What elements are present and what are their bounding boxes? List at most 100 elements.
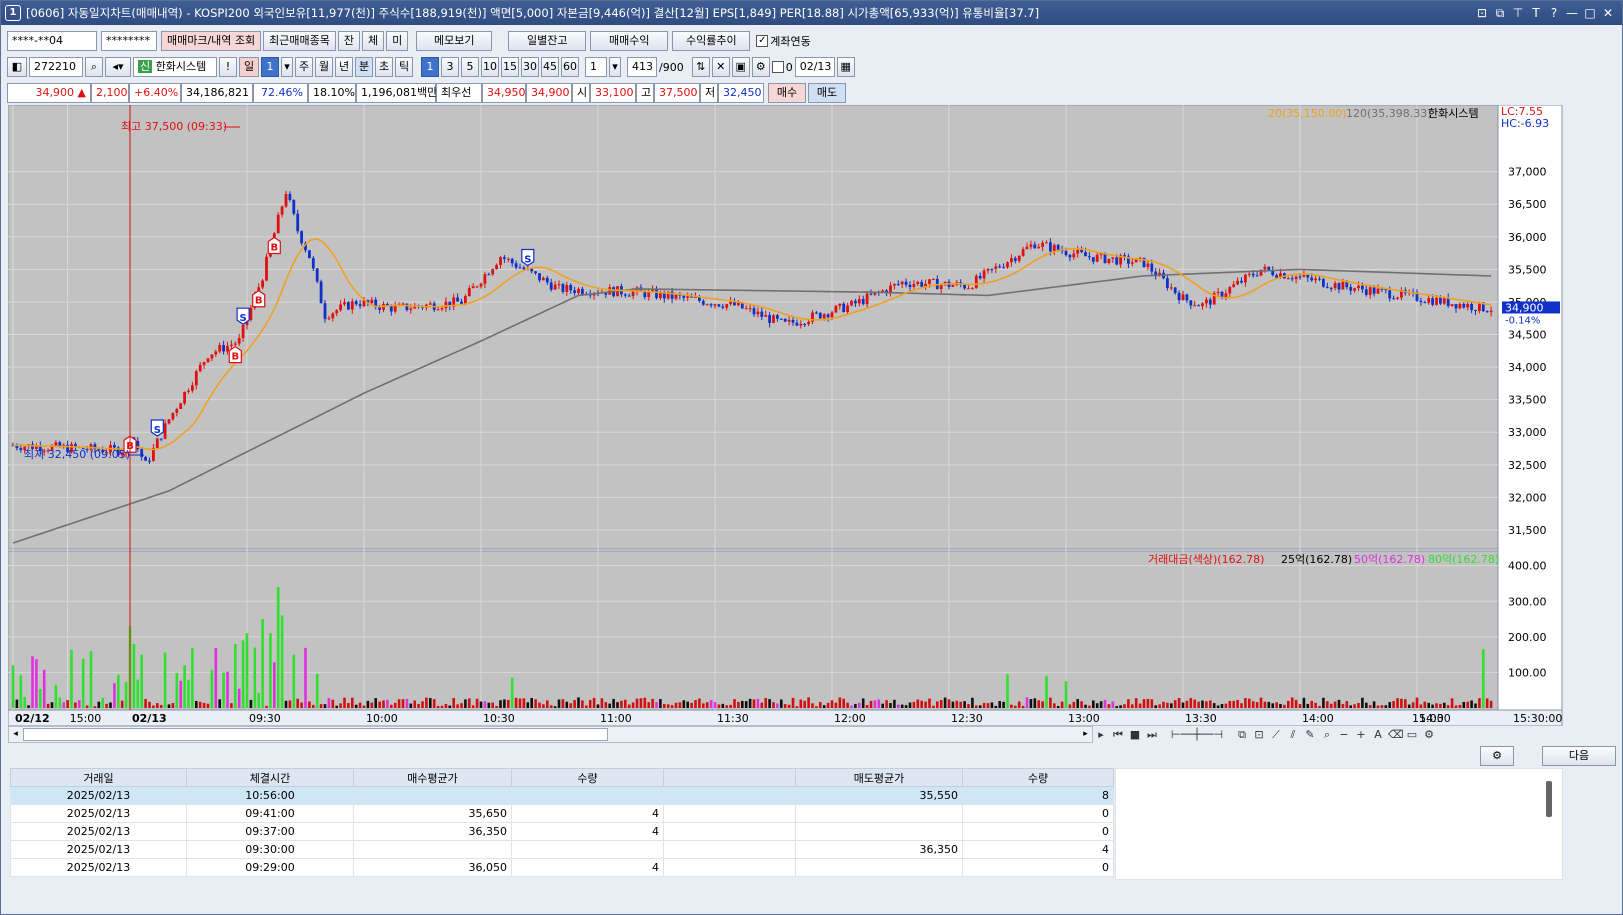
minimize-button[interactable]: — xyxy=(1564,1,1580,25)
grid-settings-icon[interactable]: ⚙ xyxy=(1480,746,1514,766)
col-exec-time[interactable]: 체결시간 xyxy=(186,768,354,787)
memo-button[interactable]: 메모보기 xyxy=(416,31,493,51)
col-sell-avg[interactable]: 매도평균가 xyxy=(795,768,963,787)
table-row[interactable]: 2025/02/13 09:30:00 36,350 4 xyxy=(10,840,1114,859)
minute-60-button[interactable]: 60 xyxy=(561,57,579,77)
text-tool-icon[interactable]: A xyxy=(1371,728,1385,741)
minute-1-button[interactable]: 1 xyxy=(421,57,439,77)
volume-legend-50: 50억(162.78) xyxy=(1354,553,1425,566)
minus-icon[interactable]: − xyxy=(1337,728,1351,741)
period-second-button[interactable]: 초 xyxy=(375,57,393,77)
table-row[interactable]: 2025/02/13 09:29:00 36,050 4 0 xyxy=(10,858,1114,877)
stop-icon[interactable]: ■ xyxy=(1128,728,1142,741)
minute-15-button[interactable]: 15 xyxy=(501,57,519,77)
period-number-dropdown[interactable]: ▾ xyxy=(281,57,293,77)
eraser-icon[interactable]: ⌫ xyxy=(1388,728,1404,741)
settings-icon[interactable]: ⚙ xyxy=(1422,728,1436,741)
col-buy-qty[interactable]: 수량 xyxy=(511,768,664,787)
balance-button[interactable]: 잔 xyxy=(337,31,361,51)
next-button[interactable]: 다음 xyxy=(1542,746,1616,766)
volume-bar xyxy=(464,699,467,708)
col-buy-avg[interactable]: 매수평균가 xyxy=(353,768,512,787)
buy-button[interactable]: 매수 xyxy=(768,83,806,103)
sell-button[interactable]: 매도 xyxy=(808,83,846,103)
play-icon[interactable]: ▸ xyxy=(1094,728,1108,741)
period-minute-button[interactable]: 분 xyxy=(355,57,373,77)
maximize-button[interactable]: □ xyxy=(1582,1,1598,25)
copy-icon[interactable]: ⧉ xyxy=(1235,728,1249,742)
layout-icon[interactable]: ◧ xyxy=(7,57,27,77)
table-row[interactable]: 2025/02/13 10:56:00 35,550 8 xyxy=(10,786,1114,805)
period-year-button[interactable]: 년 xyxy=(335,57,353,77)
window-icon-tool[interactable]: ⊡ xyxy=(1252,728,1266,741)
period-day-button[interactable]: 일 xyxy=(239,57,259,77)
window-icon[interactable]: 1 xyxy=(5,5,21,21)
scroll-thumb[interactable] xyxy=(23,728,608,741)
account-link-checkbox[interactable]: ✓ xyxy=(756,35,769,47)
compare-icon[interactable]: ⇅ xyxy=(691,57,710,77)
font-icon[interactable]: T xyxy=(1528,1,1544,25)
trade-mark-history-button[interactable]: 매매마크/내역 조회 xyxy=(161,31,262,51)
table-row[interactable]: 2025/02/13 09:41:00 35,650 4 0 xyxy=(10,804,1114,823)
date-input[interactable]: 02/13 xyxy=(794,57,835,77)
return-trend-button[interactable]: 수익률추이 xyxy=(672,31,751,51)
magnify-icon[interactable]: ⌕ xyxy=(1320,728,1334,742)
forward-icon[interactable]: ⏭ xyxy=(1145,728,1159,742)
save-icon[interactable]: ▣ xyxy=(731,57,750,77)
daily-balance-button[interactable]: 일별잔고 xyxy=(508,31,587,51)
period-number[interactable]: 1 xyxy=(261,57,279,77)
candle-body xyxy=(241,325,245,339)
multiplier-input[interactable]: 1 xyxy=(585,57,607,77)
help-icon[interactable]: ? xyxy=(1546,1,1562,25)
fib-icon[interactable]: ⫽ xyxy=(1286,728,1300,742)
unfilled-button[interactable]: 미 xyxy=(386,31,409,51)
price-volume-chart[interactable]: BSBSBBS 37,00036,50036,00035,50035,00034… xyxy=(8,105,1563,726)
screen-icon[interactable]: ▭ xyxy=(1405,728,1419,741)
minute-30-button[interactable]: 30 xyxy=(521,57,539,77)
plus-icon[interactable]: + xyxy=(1354,728,1368,741)
minute-3-button[interactable]: 3 xyxy=(441,57,459,77)
chart-scrollbar[interactable]: ◂ ▸ xyxy=(8,726,1093,743)
gear-icon[interactable]: ⚙ xyxy=(751,57,770,77)
close-button[interactable]: ✕ xyxy=(1600,1,1616,25)
volume-bar xyxy=(803,700,806,708)
sound-icon[interactable]: ◂▾ xyxy=(105,57,131,77)
minute-5-button[interactable]: 5 xyxy=(461,57,479,77)
execution-button[interactable]: 체 xyxy=(362,31,385,51)
period-week-button[interactable]: 주 xyxy=(295,57,313,77)
password-field[interactable]: ******** xyxy=(101,31,157,51)
tile-icon[interactable]: ⧉ xyxy=(1492,1,1508,25)
volume-bar xyxy=(175,672,179,708)
trend-icon[interactable]: ⟋ xyxy=(1269,728,1283,742)
col-sell-qty[interactable]: 수량 xyxy=(962,768,1114,787)
rewind-icon[interactable]: ⏮ xyxy=(1111,728,1125,742)
multiplier-dropdown[interactable]: ▾ xyxy=(609,57,621,77)
period-month-button[interactable]: 월 xyxy=(315,57,333,77)
minute-45-button[interactable]: 45 xyxy=(541,57,559,77)
draw-icon[interactable]: ✎ xyxy=(1303,728,1317,741)
date-checkbox[interactable] xyxy=(771,61,784,73)
period-tick-button[interactable]: 틱 xyxy=(395,57,413,77)
cross-icon[interactable]: ✕ xyxy=(711,57,730,77)
calendar-icon[interactable]: ▦ xyxy=(836,57,855,77)
trade-profit-button[interactable]: 매매수익 xyxy=(590,31,669,51)
pin-icon[interactable]: ⊤ xyxy=(1510,1,1526,25)
volume-bar xyxy=(507,699,510,708)
scroll-right-icon[interactable]: ▸ xyxy=(1079,727,1092,742)
stock-code-input[interactable]: 272210 xyxy=(29,57,83,77)
dock-icon[interactable]: ⊡ xyxy=(1474,1,1490,25)
zoom-slider[interactable]: ⊢──┼──⊣ xyxy=(1162,728,1232,741)
grid-scrollbar[interactable] xyxy=(1546,781,1552,817)
scroll-left-icon[interactable]: ◂ xyxy=(9,727,22,742)
col-trade-date[interactable]: 거래일 xyxy=(10,768,187,787)
chart-area[interactable]: BSBSBBS 37,00036,50036,00035,50035,00034… xyxy=(8,105,1563,742)
recent-items-button[interactable]: 최근매매종목 xyxy=(263,31,336,51)
candle-body xyxy=(822,314,826,319)
table-row[interactable]: 2025/02/13 09:37:00 36,350 4 0 xyxy=(10,822,1114,841)
info-button[interactable]: ! xyxy=(219,57,237,77)
minute-10-button[interactable]: 10 xyxy=(481,57,499,77)
count-input[interactable]: 413 xyxy=(627,57,657,77)
stock-name[interactable]: 신 한화시스템 xyxy=(133,57,217,77)
search-icon[interactable]: ⌕ xyxy=(85,57,103,77)
account-select[interactable]: ****-**04 xyxy=(7,31,97,51)
